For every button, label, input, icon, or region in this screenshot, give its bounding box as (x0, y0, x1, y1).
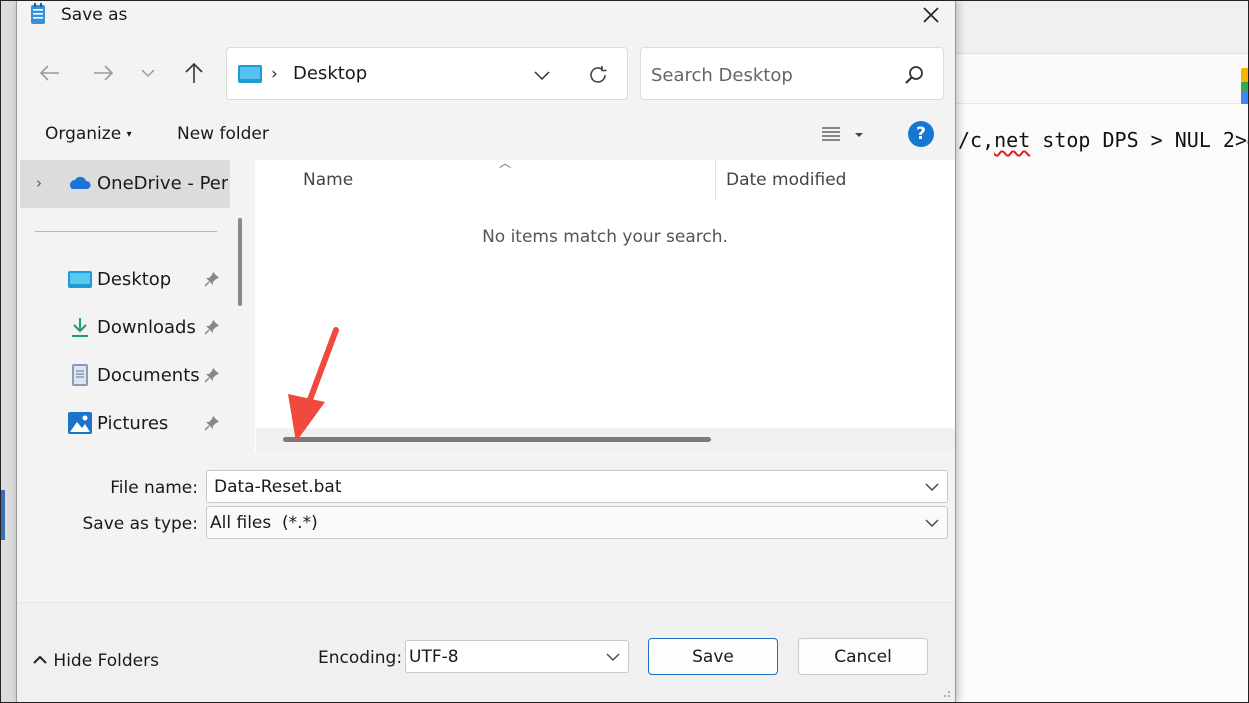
resize-grip-icon[interactable] (939, 686, 951, 698)
search-icon[interactable] (903, 64, 925, 86)
chevron-right-icon[interactable]: › (36, 174, 42, 192)
dialog-title: Save as (61, 5, 128, 25)
nav-item-documents[interactable]: Documents (20, 352, 230, 400)
nav-item-label: Documents (97, 365, 200, 386)
nav-item-label: Desktop (97, 269, 172, 290)
organize-menu-button[interactable]: Organize ▾ (45, 124, 132, 144)
encoding-dropdown[interactable]: UTF-8 (405, 640, 629, 673)
hide-folders-label: Hide Folders (53, 651, 159, 671)
back-button[interactable] (33, 56, 67, 90)
change-view-button[interactable] (817, 122, 873, 148)
sort-ascending-icon: ︿ (499, 156, 512, 170)
save-as-type-label: Save as type: (82, 514, 198, 534)
organize-label: Organize (45, 124, 122, 144)
file-name-label: File name: (110, 478, 198, 498)
address-bar[interactable]: › Desktop (226, 47, 628, 100)
nav-item-label: Pictures (97, 413, 169, 434)
arrow-left-icon (39, 65, 59, 81)
scrollbar-thumb[interactable] (283, 437, 711, 442)
dialog-titlebar: Save as (17, 0, 955, 34)
background-code-line: /c,net stop DPS > NUL 2>& (958, 128, 1249, 152)
chevron-down-icon (141, 69, 155, 78)
breadcrumb-desktop[interactable]: Desktop (293, 63, 367, 84)
column-header-date-modified[interactable]: Date modified (726, 170, 846, 190)
recent-locations-button[interactable] (131, 56, 165, 90)
refresh-button[interactable] (583, 60, 613, 90)
arrow-up-icon (185, 62, 203, 83)
nav-divider (35, 231, 217, 232)
nav-item-onedrive[interactable]: › OneDrive - Perso (20, 160, 230, 208)
column-header-name[interactable]: Name (303, 170, 353, 190)
save-as-dialog: Save as › Desktop Organize ▾ New folder (16, 0, 956, 702)
nav-item-label: Downloads (97, 317, 196, 338)
search-box[interactable] (640, 47, 944, 100)
save-button[interactable]: Save (648, 638, 778, 675)
background-editor[interactable] (955, 104, 1249, 703)
pin-icon (204, 416, 219, 431)
breadcrumb-separator: › (271, 64, 278, 84)
desktop-folder-icon (68, 271, 92, 288)
nav-item-pictures[interactable]: Pictures (20, 400, 230, 448)
list-view-icon (822, 127, 863, 141)
downloads-icon (72, 318, 88, 337)
background-left-strip (0, 0, 17, 703)
dialog-footer: Hide Folders Encoding: UTF-8 Save Cancel (17, 602, 955, 702)
chevron-down-icon[interactable] (604, 649, 622, 665)
chevron-up-icon (33, 655, 47, 664)
cancel-button[interactable]: Cancel (798, 638, 928, 675)
misspelled-word: net (994, 128, 1031, 152)
hide-folders-button[interactable]: Hide Folders (32, 651, 159, 671)
nav-pane-scrollbar[interactable] (238, 218, 242, 306)
close-button[interactable] (913, 0, 949, 30)
chevron-down-icon[interactable] (923, 515, 941, 531)
background-titlebar (955, 0, 1249, 54)
refresh-icon (590, 66, 607, 83)
encoding-value: UTF-8 (409, 647, 459, 667)
save-as-type-value: All files (*.*) (210, 513, 318, 533)
address-history-dropdown[interactable] (527, 60, 557, 90)
caret-down-icon: ▾ (126, 129, 132, 140)
notepad-icon (31, 3, 45, 24)
google-drive-icon (1241, 68, 1249, 104)
nav-item-desktop[interactable]: Desktop (20, 256, 230, 304)
column-separator[interactable] (715, 160, 716, 200)
chevron-down-icon (534, 70, 550, 80)
encoding-label: Encoding: (318, 648, 403, 668)
new-folder-button[interactable]: New folder (177, 124, 269, 144)
forward-button[interactable] (86, 56, 120, 90)
nav-item-downloads[interactable]: Downloads (20, 304, 230, 352)
navigation-pane: › OneDrive - Perso Desktop Downloads Doc… (20, 160, 254, 452)
onedrive-icon (70, 176, 91, 189)
help-icon[interactable]: ? (908, 121, 934, 147)
empty-message: No items match your search. (482, 227, 728, 247)
search-input[interactable] (651, 62, 891, 88)
horizontal-scrollbar[interactable] (256, 428, 955, 452)
documents-icon (72, 364, 88, 386)
pin-icon (204, 368, 219, 383)
arrow-right-icon (94, 65, 114, 81)
pin-icon (204, 320, 219, 335)
pictures-icon (68, 412, 92, 434)
chevron-down-icon[interactable] (923, 479, 941, 495)
desktop-folder-icon (238, 65, 262, 83)
file-name-value[interactable]: Data-Reset.bat (214, 477, 342, 497)
save-as-type-dropdown[interactable]: All files (*.*) (206, 506, 948, 539)
up-button[interactable] (177, 56, 211, 90)
background-toolbar (955, 54, 1249, 104)
close-icon (923, 7, 939, 23)
nav-item-label: OneDrive - Perso (97, 173, 228, 194)
file-list[interactable]: ︿ Name Date modified No items match your… (255, 156, 955, 452)
file-name-field[interactable]: Data-Reset.bat (206, 470, 948, 503)
pin-icon (204, 272, 219, 287)
